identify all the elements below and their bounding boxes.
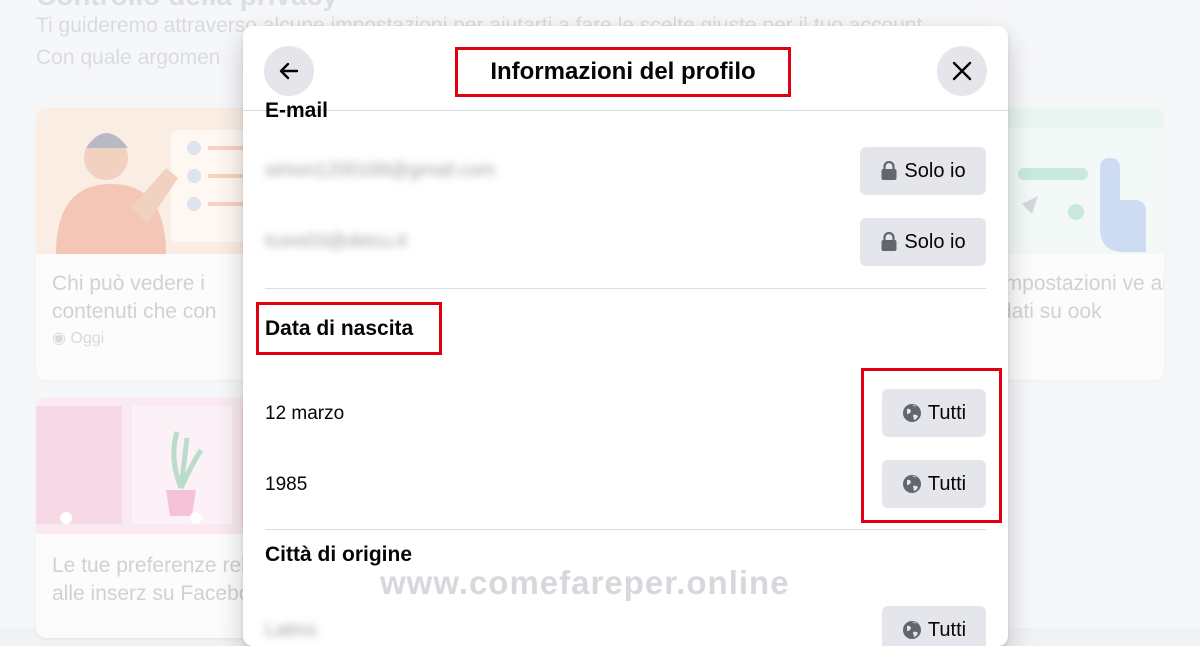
birthdate-year: 1985 bbox=[265, 474, 308, 495]
birthdate-section-title: Data di nascita bbox=[265, 317, 414, 340]
lock-icon bbox=[881, 161, 897, 180]
highlight-box bbox=[861, 368, 1002, 523]
watermark: www.comefareper.online bbox=[380, 564, 790, 601]
dialog-body[interactable]: E-mail simon1200168@gmail.com Solo io lc… bbox=[243, 99, 1008, 646]
profile-info-dialog: Informazioni del profilo E-mail simon120… bbox=[243, 26, 1008, 646]
email-section-title: E-mail bbox=[265, 99, 329, 122]
section-divider bbox=[265, 529, 986, 530]
audience-label: Solo io bbox=[904, 230, 966, 253]
audience-label: Solo io bbox=[904, 159, 966, 182]
lock-icon bbox=[881, 232, 897, 251]
dialog-header: Informazioni del profilo bbox=[243, 26, 1008, 111]
email-value: simon1200168@gmail.com bbox=[265, 160, 496, 181]
email-value: lcore03@delcu.it bbox=[265, 231, 407, 252]
audience-label: Tutti bbox=[927, 618, 967, 641]
dialog-title: Informazioni del profilo bbox=[455, 47, 791, 97]
audience-button-email-2[interactable]: Solo io bbox=[860, 218, 986, 266]
globe-icon bbox=[902, 621, 921, 639]
back-button[interactable] bbox=[264, 46, 314, 96]
audience-button-hometown[interactable]: Tutti bbox=[882, 606, 986, 646]
hometown-value: Latino bbox=[265, 620, 317, 641]
close-icon bbox=[952, 61, 972, 81]
section-divider bbox=[265, 288, 986, 289]
birthdate-day-month: 12 marzo bbox=[265, 403, 345, 424]
arrow-left-icon bbox=[279, 62, 299, 80]
audience-button-email-1[interactable]: Solo io bbox=[860, 147, 986, 195]
close-button[interactable] bbox=[937, 46, 987, 96]
